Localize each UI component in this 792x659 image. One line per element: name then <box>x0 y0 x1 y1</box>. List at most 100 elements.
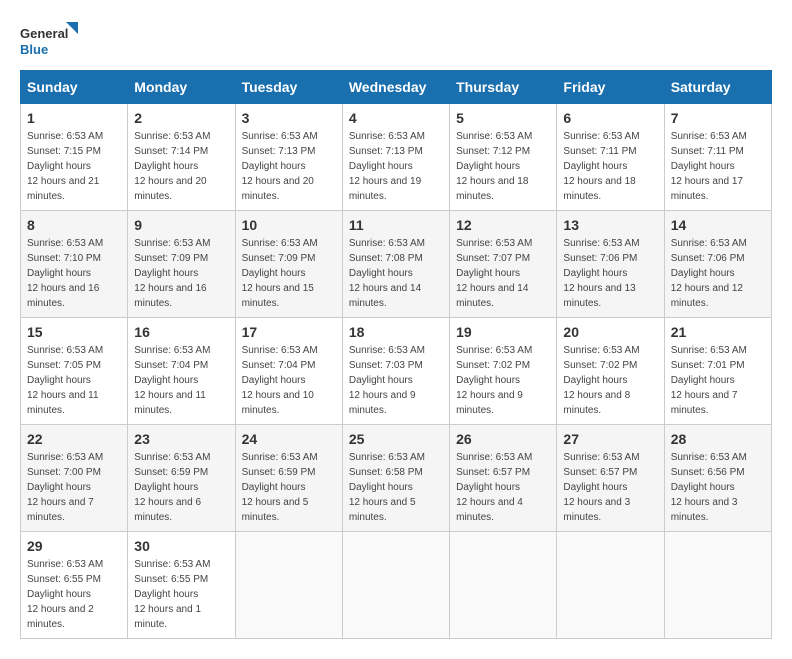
logo: General Blue <box>20 20 80 60</box>
calendar-day-cell: 28Sunrise: 6:53 AMSunset: 6:56 PMDayligh… <box>664 425 771 532</box>
calendar-day-cell: 15 Sunrise: 6:53 AMSunset: 7:05 PMDayligh… <box>21 318 128 425</box>
day-info: Sunrise: 6:53 AMSunset: 6:58 PMDaylight … <box>349 450 443 525</box>
calendar-day-cell: 2 Sunrise: 6:53 AMSunset: 7:14 PMDaylight… <box>128 104 235 211</box>
day-number: 10 <box>242 217 336 233</box>
calendar-day-cell: 25 Sunrise: 6:53 AMSunset: 6:58 PMDayligh… <box>342 425 449 532</box>
calendar-day-cell: 13 Sunrise: 6:53 AMSunset: 7:06 PMDayligh… <box>557 211 664 318</box>
day-number: 20 <box>563 324 657 340</box>
calendar-day-cell: 9 Sunrise: 6:53 AMSunset: 7:09 PMDaylight… <box>128 211 235 318</box>
day-info: Sunrise: 6:53 AMSunset: 7:07 PMDaylight … <box>456 236 550 311</box>
day-number: 25 <box>349 431 443 447</box>
day-info: Sunrise: 6:53 AMSunset: 7:14 PMDaylight … <box>134 129 228 204</box>
day-info: Sunrise: 6:53 AMSunset: 6:59 PMDaylight … <box>242 450 336 525</box>
weekday-header: Friday <box>557 71 664 104</box>
day-number: 30 <box>134 538 228 554</box>
svg-text:Blue: Blue <box>20 42 48 57</box>
day-info: Sunrise: 6:53 AMSunset: 7:09 PMDaylight … <box>134 236 228 311</box>
day-number: 18 <box>349 324 443 340</box>
day-info: Sunrise: 6:53 AMSunset: 7:03 PMDaylight … <box>349 343 443 418</box>
calendar-day-cell: 29Sunrise: 6:53 AMSunset: 6:55 PMDayligh… <box>21 532 128 639</box>
day-info: Sunrise: 6:53 AMSunset: 7:00 PMDaylight … <box>27 450 121 525</box>
calendar-day-cell: 4Sunrise: 6:53 AMSunset: 7:13 PMDaylight… <box>342 104 449 211</box>
day-number: 27 <box>563 431 657 447</box>
calendar-day-cell: 14 Sunrise: 6:53 AMSunset: 7:06 PMDayligh… <box>664 211 771 318</box>
calendar-day-cell: 18 Sunrise: 6:53 AMSunset: 7:03 PMDayligh… <box>342 318 449 425</box>
day-number: 23 <box>134 431 228 447</box>
weekday-header: Monday <box>128 71 235 104</box>
page-header: General Blue <box>20 20 772 60</box>
calendar-day-cell: 21Sunrise: 6:53 AMSunset: 7:01 PMDayligh… <box>664 318 771 425</box>
day-info: Sunrise: 6:53 AMSunset: 7:15 PMDaylight … <box>27 129 121 204</box>
calendar-day-cell: 8Sunrise: 6:53 AMSunset: 7:10 PMDaylight… <box>21 211 128 318</box>
day-number: 3 <box>242 110 336 126</box>
calendar-day-cell: 30Sunrise: 6:53 AMSunset: 6:55 PMDayligh… <box>128 532 235 639</box>
day-number: 9 <box>134 217 228 233</box>
day-info: Sunrise: 6:53 AMSunset: 7:11 PMDaylight … <box>671 129 765 204</box>
calendar-day-cell: 10 Sunrise: 6:53 AMSunset: 7:09 PMDayligh… <box>235 211 342 318</box>
calendar-day-cell: 19 Sunrise: 6:53 AMSunset: 7:02 PMDayligh… <box>450 318 557 425</box>
day-number: 13 <box>563 217 657 233</box>
day-info: Sunrise: 6:53 AMSunset: 6:55 PMDaylight … <box>27 557 121 632</box>
weekday-header: Sunday <box>21 71 128 104</box>
calendar-day-cell: 26Sunrise: 6:53 AMSunset: 6:57 PMDayligh… <box>450 425 557 532</box>
weekday-header: Wednesday <box>342 71 449 104</box>
calendar-day-cell <box>450 532 557 639</box>
calendar-week-row: 15 Sunrise: 6:53 AMSunset: 7:05 PMDayligh… <box>21 318 772 425</box>
calendar-week-row: 29Sunrise: 6:53 AMSunset: 6:55 PMDayligh… <box>21 532 772 639</box>
logo-icon: General Blue <box>20 20 80 60</box>
day-info: Sunrise: 6:53 AMSunset: 7:08 PMDaylight … <box>349 236 443 311</box>
weekday-header: Saturday <box>664 71 771 104</box>
calendar-day-cell: 22 Sunrise: 6:53 AMSunset: 7:00 PMDayligh… <box>21 425 128 532</box>
day-info: Sunrise: 6:53 AMSunset: 7:12 PMDaylight … <box>456 129 550 204</box>
calendar-day-cell: 17Sunrise: 6:53 AMSunset: 7:04 PMDayligh… <box>235 318 342 425</box>
day-number: 5 <box>456 110 550 126</box>
day-number: 1 <box>27 110 121 126</box>
day-info: Sunrise: 6:53 AMSunset: 7:09 PMDaylight … <box>242 236 336 311</box>
day-number: 21 <box>671 324 765 340</box>
calendar-day-cell: 7 Sunrise: 6:53 AMSunset: 7:11 PMDaylight… <box>664 104 771 211</box>
calendar-day-cell: 27Sunrise: 6:53 AMSunset: 6:57 PMDayligh… <box>557 425 664 532</box>
day-number: 14 <box>671 217 765 233</box>
day-number: 22 <box>27 431 121 447</box>
day-info: Sunrise: 6:53 AMSunset: 7:02 PMDaylight … <box>563 343 657 418</box>
day-info: Sunrise: 6:53 AMSunset: 7:11 PMDaylight … <box>563 129 657 204</box>
calendar-day-cell <box>342 532 449 639</box>
calendar-week-row: 1 Sunrise: 6:53 AMSunset: 7:15 PMDaylight… <box>21 104 772 211</box>
calendar-day-cell: 11Sunrise: 6:53 AMSunset: 7:08 PMDayligh… <box>342 211 449 318</box>
day-number: 24 <box>242 431 336 447</box>
calendar-day-cell <box>664 532 771 639</box>
calendar-day-cell: 23 Sunrise: 6:53 AMSunset: 6:59 PMDayligh… <box>128 425 235 532</box>
calendar-day-cell <box>557 532 664 639</box>
day-info: Sunrise: 6:53 AMSunset: 7:06 PMDaylight … <box>563 236 657 311</box>
calendar-week-row: 22 Sunrise: 6:53 AMSunset: 7:00 PMDayligh… <box>21 425 772 532</box>
day-number: 2 <box>134 110 228 126</box>
day-number: 8 <box>27 217 121 233</box>
day-number: 19 <box>456 324 550 340</box>
calendar-week-row: 8Sunrise: 6:53 AMSunset: 7:10 PMDaylight… <box>21 211 772 318</box>
calendar-table: SundayMondayTuesdayWednesdayThursdayFrid… <box>20 70 772 639</box>
calendar-day-cell: 5 Sunrise: 6:53 AMSunset: 7:12 PMDaylight… <box>450 104 557 211</box>
calendar-day-cell: 24 Sunrise: 6:53 AMSunset: 6:59 PMDayligh… <box>235 425 342 532</box>
calendar-day-cell: 6Sunrise: 6:53 AMSunset: 7:11 PMDaylight… <box>557 104 664 211</box>
day-info: Sunrise: 6:53 AMSunset: 7:04 PMDaylight … <box>134 343 228 418</box>
calendar-header-row: SundayMondayTuesdayWednesdayThursdayFrid… <box>21 71 772 104</box>
day-info: Sunrise: 6:53 AMSunset: 7:02 PMDaylight … <box>456 343 550 418</box>
day-info: Sunrise: 6:53 AMSunset: 6:56 PMDaylight … <box>671 450 765 525</box>
day-number: 15 <box>27 324 121 340</box>
calendar-day-cell: 3 Sunrise: 6:53 AMSunset: 7:13 PMDaylight… <box>235 104 342 211</box>
calendar-day-cell: 20 Sunrise: 6:53 AMSunset: 7:02 PMDayligh… <box>557 318 664 425</box>
day-number: 16 <box>134 324 228 340</box>
day-info: Sunrise: 6:53 AMSunset: 7:06 PMDaylight … <box>671 236 765 311</box>
day-info: Sunrise: 6:53 AMSunset: 7:13 PMDaylight … <box>242 129 336 204</box>
day-info: Sunrise: 6:53 AMSunset: 7:05 PMDaylight … <box>27 343 121 418</box>
day-number: 7 <box>671 110 765 126</box>
calendar-day-cell: 16 Sunrise: 6:53 AMSunset: 7:04 PMDayligh… <box>128 318 235 425</box>
svg-text:General: General <box>20 26 68 41</box>
weekday-header: Tuesday <box>235 71 342 104</box>
day-info: Sunrise: 6:53 AMSunset: 7:04 PMDaylight … <box>242 343 336 418</box>
day-info: Sunrise: 6:53 AMSunset: 6:57 PMDaylight … <box>456 450 550 525</box>
calendar-day-cell <box>235 532 342 639</box>
day-info: Sunrise: 6:53 AMSunset: 6:59 PMDaylight … <box>134 450 228 525</box>
day-info: Sunrise: 6:53 AMSunset: 7:13 PMDaylight … <box>349 129 443 204</box>
calendar-day-cell: 12Sunrise: 6:53 AMSunset: 7:07 PMDayligh… <box>450 211 557 318</box>
